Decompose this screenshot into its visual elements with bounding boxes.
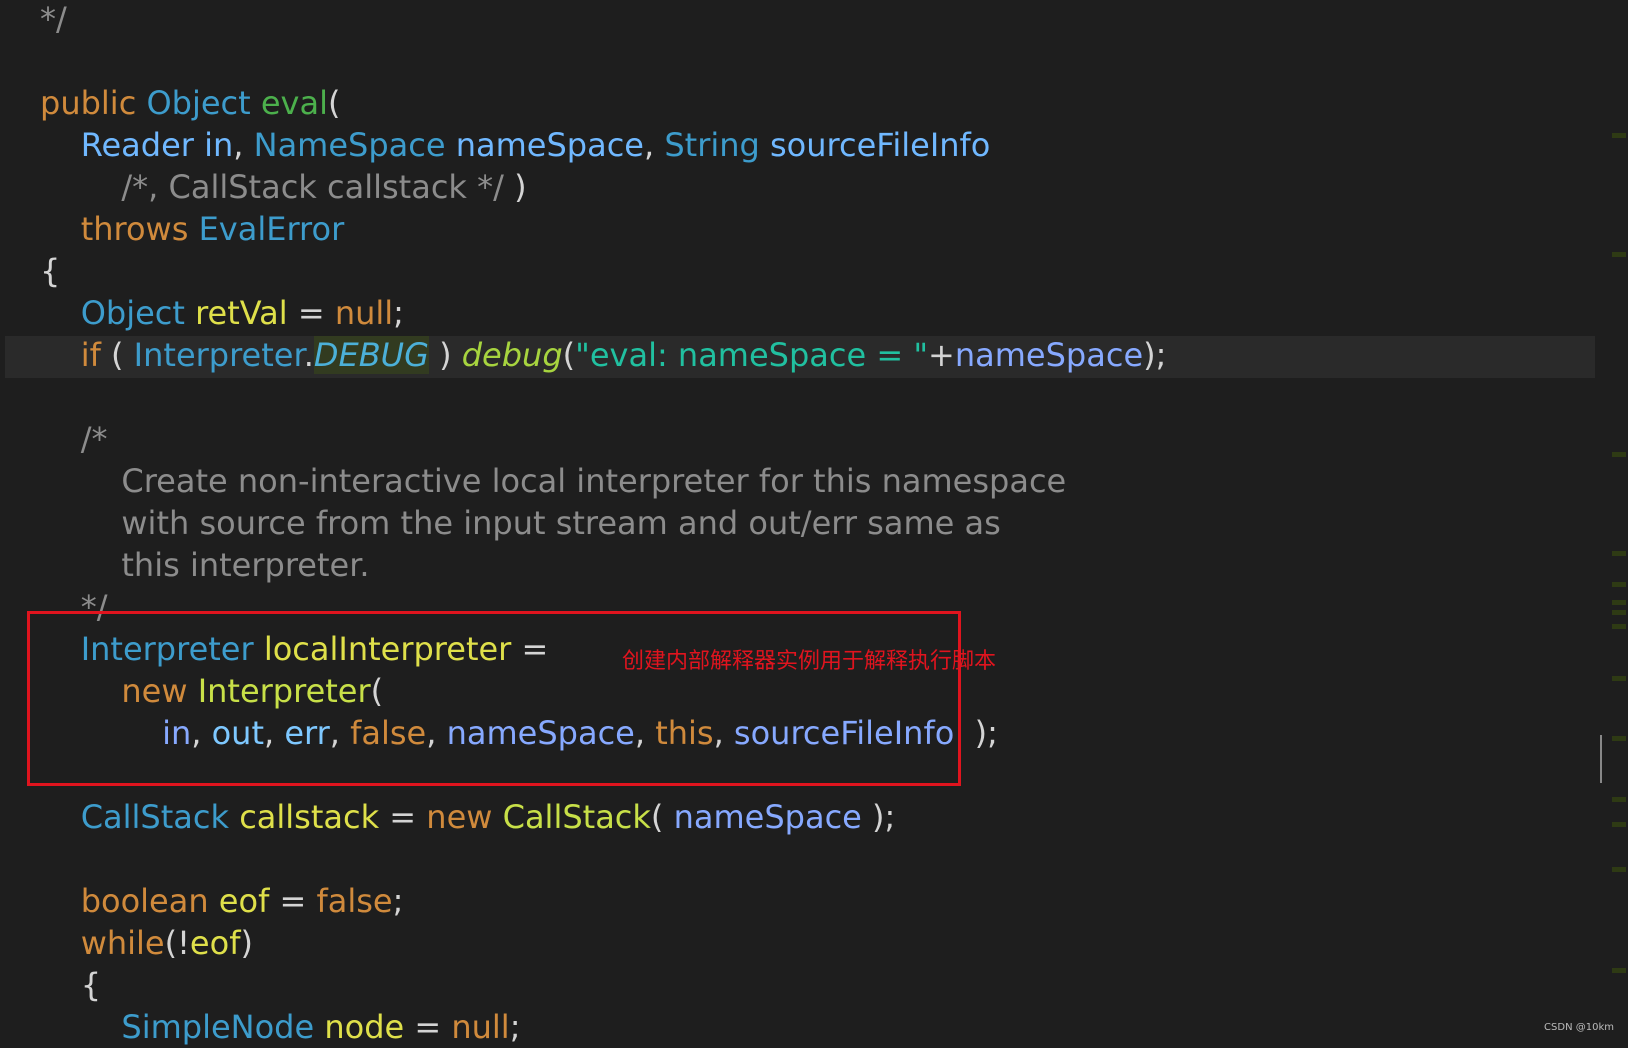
minimap-marker	[1612, 551, 1626, 556]
code-line[interactable]: SimpleNode node = null;	[40, 1006, 520, 1048]
code-token: =	[269, 882, 317, 920]
code-token: SimpleNode	[40, 1008, 325, 1046]
code-token: )	[503, 168, 527, 206]
minimap-marker	[1612, 582, 1626, 587]
code-token: eof	[218, 882, 270, 920]
code-line[interactable]: /*	[40, 418, 108, 460]
code-line[interactable]: Object retVal = null;	[40, 292, 404, 334]
code-token: String	[664, 126, 770, 164]
minimap[interactable]	[1600, 0, 1628, 1040]
code-token: (	[100, 336, 134, 374]
code-token: nameSpace	[455, 126, 644, 164]
code-token: );	[1143, 336, 1167, 374]
minimap-marker	[1612, 822, 1626, 827]
code-token: =	[404, 1008, 452, 1046]
code-token: /*, CallStack callstack */	[40, 168, 504, 206]
scrollbar-thumb[interactable]	[1600, 735, 1602, 783]
code-token: nameSpace	[954, 336, 1144, 374]
minimap-marker	[1612, 867, 1626, 872]
code-line[interactable]: if ( Interpreter.DEBUG ) debug("eval: na…	[40, 334, 1166, 376]
watermark: CSDN @10km	[1544, 1022, 1614, 1033]
minimap-marker	[1612, 676, 1626, 681]
code-token: (	[327, 84, 341, 122]
code-token: =	[379, 798, 427, 836]
code-token: with source from the input stream and ou…	[40, 504, 1001, 542]
minimap-marker	[1612, 610, 1626, 615]
code-line[interactable]: {	[40, 250, 60, 292]
code-line[interactable]: throws EvalError	[40, 208, 345, 250]
code-token: sourceFileInfo	[770, 126, 991, 164]
code-token: ,	[233, 126, 254, 164]
code-token: EvalError	[198, 210, 345, 248]
code-line[interactable]: public Object eval(	[40, 82, 340, 124]
code-token: Reader in	[40, 126, 234, 164]
code-token: null	[334, 294, 394, 332]
code-token: /*	[40, 420, 108, 458]
code-token: eval	[260, 84, 328, 122]
code-line[interactable]: */	[40, 0, 67, 40]
code-line[interactable]: /*, CallStack callstack */ )	[40, 166, 527, 208]
code-token: */	[40, 0, 67, 38]
code-line[interactable]: {	[40, 964, 101, 1006]
minimap-marker	[1612, 452, 1626, 457]
code-token: Interpreter	[133, 336, 304, 374]
minimap-marker	[1612, 736, 1626, 741]
code-token: Object	[40, 294, 196, 332]
code-token: +	[928, 336, 955, 374]
minimap-marker	[1612, 797, 1626, 802]
code-line[interactable]: boolean eof = false;	[40, 880, 404, 922]
minimap-marker	[1612, 133, 1626, 138]
code-token: if	[40, 336, 101, 374]
code-token: ;	[509, 1008, 521, 1046]
code-token: (	[650, 798, 674, 836]
code-line[interactable]: Create non-interactive local interpreter…	[40, 460, 1066, 502]
code-token: false	[316, 882, 393, 920]
code-token: {	[40, 252, 61, 290]
code-token: NameSpace	[253, 126, 456, 164]
code-token: nameSpace	[673, 798, 862, 836]
code-token: .	[303, 336, 314, 374]
code-token: new	[426, 798, 503, 836]
code-line[interactable]: with source from the input stream and ou…	[40, 502, 1001, 544]
code-token: =	[287, 294, 335, 332]
code-token: eof	[189, 924, 241, 962]
code-token: CallStack	[502, 798, 651, 836]
code-token: callstack	[239, 798, 380, 836]
annotation-text: 创建内部解释器实例用于解释执行脚本	[622, 649, 997, 674]
code-token: this interpreter.	[40, 546, 370, 584]
minimap-marker	[1612, 624, 1626, 629]
code-token: throws	[40, 210, 199, 248]
code-token: "eval: nameSpace = "	[575, 336, 929, 374]
code-token: Create non-interactive local interpreter…	[40, 462, 1067, 500]
annotation-box	[27, 611, 961, 786]
code-token: null	[451, 1008, 510, 1046]
code-token: debug	[461, 336, 563, 374]
code-token: (	[562, 336, 576, 374]
code-token: node	[324, 1008, 405, 1046]
code-editor[interactable]: */public Object eval( Reader in, NameSpa…	[0, 0, 1600, 1046]
code-token: ;	[393, 294, 404, 332]
code-line[interactable]: CallStack callstack = new CallStack( nam…	[40, 796, 896, 838]
code-token: retVal	[195, 294, 288, 332]
code-token: )	[240, 924, 253, 962]
code-line[interactable]: this interpreter.	[40, 544, 370, 586]
code-token: ,	[643, 126, 665, 164]
code-line[interactable]: while(!eof)	[40, 922, 253, 964]
code-token: ;	[392, 882, 404, 920]
minimap-marker	[1612, 252, 1626, 257]
minimap-marker	[1612, 600, 1626, 605]
code-token: public	[40, 84, 147, 122]
code-token: (!	[164, 924, 190, 962]
code-line[interactable]: Reader in, NameSpace nameSpace, String s…	[40, 124, 991, 166]
code-token: {	[40, 966, 102, 1004]
code-token: Object	[146, 84, 261, 122]
code-token: boolean	[40, 882, 219, 920]
minimap-marker	[1612, 968, 1626, 973]
code-token: );	[861, 798, 896, 836]
code-token: CallStack	[40, 798, 240, 836]
code-token: DEBUG	[313, 336, 429, 374]
code-token: )	[428, 336, 462, 374]
code-token: while	[40, 924, 165, 962]
